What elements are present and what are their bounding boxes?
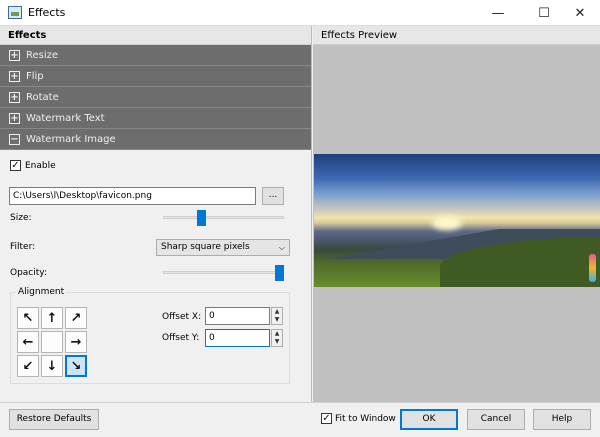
section-resize[interactable]: + Resize bbox=[0, 45, 311, 66]
ok-button[interactable]: OK bbox=[400, 409, 458, 430]
preview-panel-header: Effects Preview bbox=[313, 26, 600, 45]
section-label: Watermark Text bbox=[26, 113, 105, 124]
filter-label: Filter: bbox=[10, 242, 36, 252]
offset-x-spinner[interactable]: ▲ ▼ bbox=[271, 307, 283, 325]
section-label: Resize bbox=[26, 50, 59, 61]
opacity-slider-track[interactable] bbox=[163, 271, 284, 274]
browse-button[interactable]: ... bbox=[262, 187, 284, 205]
arrow-down-left-icon: ↙ bbox=[22, 358, 34, 374]
preview-image bbox=[314, 154, 600, 287]
effects-panel-header: Effects bbox=[0, 26, 311, 45]
section-label: Rotate bbox=[26, 92, 59, 103]
align-bottom-left-button[interactable]: ↙ bbox=[17, 355, 39, 377]
minimize-button[interactable]: — bbox=[478, 0, 518, 26]
watermark-favicon-image bbox=[589, 254, 596, 282]
expand-icon: + bbox=[9, 71, 20, 82]
help-button[interactable]: Help bbox=[533, 409, 591, 430]
spin-up-icon[interactable]: ▲ bbox=[272, 308, 282, 316]
align-bottom-button[interactable]: ↓ bbox=[41, 355, 63, 377]
spin-down-icon[interactable]: ▼ bbox=[272, 316, 282, 324]
spin-down-icon[interactable]: ▼ bbox=[272, 338, 282, 346]
arrow-left-icon: ← bbox=[22, 334, 34, 350]
section-flip[interactable]: + Flip bbox=[0, 66, 311, 87]
offset-y-spinner[interactable]: ▲ ▼ bbox=[271, 329, 283, 347]
preview-panel: Effects Preview bbox=[313, 26, 600, 402]
size-label: Size: bbox=[10, 213, 32, 223]
arrow-up-left-icon: ↖ bbox=[22, 310, 34, 326]
align-top-right-button[interactable]: ↗ bbox=[65, 307, 87, 329]
section-label: Watermark Image bbox=[26, 134, 116, 145]
maximize-button[interactable]: ☐ bbox=[524, 0, 564, 26]
offset-y-input[interactable]: 0 bbox=[205, 329, 270, 347]
section-rotate[interactable]: + Rotate bbox=[0, 87, 311, 108]
opacity-slider-thumb[interactable] bbox=[275, 265, 284, 281]
offset-y-label: Offset Y: bbox=[162, 333, 200, 343]
align-right-button[interactable]: → bbox=[65, 331, 87, 353]
alignment-title: Alignment bbox=[16, 287, 67, 297]
effects-panel: Effects + Resize + Flip + Rotate + Water… bbox=[0, 26, 312, 402]
close-button[interactable]: ✕ bbox=[560, 0, 600, 26]
align-bottom-right-button[interactable]: ↘ bbox=[65, 355, 87, 377]
section-label: Flip bbox=[26, 71, 44, 82]
align-center-button[interactable] bbox=[41, 331, 63, 353]
align-top-left-button[interactable]: ↖ bbox=[17, 307, 39, 329]
chevron-down-icon: ⌵ bbox=[278, 243, 285, 252]
opacity-label: Opacity: bbox=[10, 268, 47, 278]
enable-checkbox[interactable]: ✓ bbox=[10, 160, 21, 171]
cancel-button[interactable]: Cancel bbox=[467, 409, 525, 430]
arrow-down-right-icon: ↘ bbox=[70, 358, 82, 374]
filter-select-value: Sharp square pixels bbox=[161, 242, 250, 252]
fit-to-window-checkbox[interactable]: ✓ bbox=[321, 413, 332, 424]
collapse-icon: − bbox=[9, 134, 20, 145]
title-bar: Effects — ☐ ✕ bbox=[0, 0, 600, 26]
align-left-button[interactable]: ← bbox=[17, 331, 39, 353]
fit-to-window-label: Fit to Window bbox=[335, 414, 396, 424]
restore-defaults-button[interactable]: Restore Defaults bbox=[9, 409, 99, 430]
align-top-button[interactable]: ↑ bbox=[41, 307, 63, 329]
spin-up-icon[interactable]: ▲ bbox=[272, 330, 282, 338]
window-title: Effects bbox=[28, 6, 66, 19]
expand-icon: + bbox=[9, 92, 20, 103]
enable-label: Enable bbox=[25, 161, 56, 171]
arrow-up-icon: ↑ bbox=[46, 310, 58, 326]
expand-icon: + bbox=[9, 113, 20, 124]
section-watermark-text[interactable]: + Watermark Text bbox=[0, 108, 311, 129]
filter-select[interactable]: Sharp square pixels ⌵ bbox=[156, 239, 290, 256]
expand-icon: + bbox=[9, 50, 20, 61]
offset-x-input[interactable]: 0 bbox=[205, 307, 270, 325]
arrow-right-icon: → bbox=[70, 334, 82, 350]
sun-glow bbox=[432, 216, 462, 230]
arrow-down-icon: ↓ bbox=[46, 358, 58, 374]
watermark-path-input[interactable]: C:\Users\l\Desktop\favicon.png bbox=[9, 187, 256, 205]
arrow-up-right-icon: ↗ bbox=[70, 310, 82, 326]
size-slider-track[interactable] bbox=[163, 216, 284, 219]
size-slider-thumb[interactable] bbox=[196, 210, 206, 226]
app-image-icon bbox=[8, 6, 22, 19]
dialog-footer: Restore Defaults ✓ Fit to Window OK Canc… bbox=[0, 402, 600, 437]
section-watermark-image[interactable]: − Watermark Image bbox=[0, 129, 311, 150]
offset-x-label: Offset X: bbox=[162, 312, 202, 322]
